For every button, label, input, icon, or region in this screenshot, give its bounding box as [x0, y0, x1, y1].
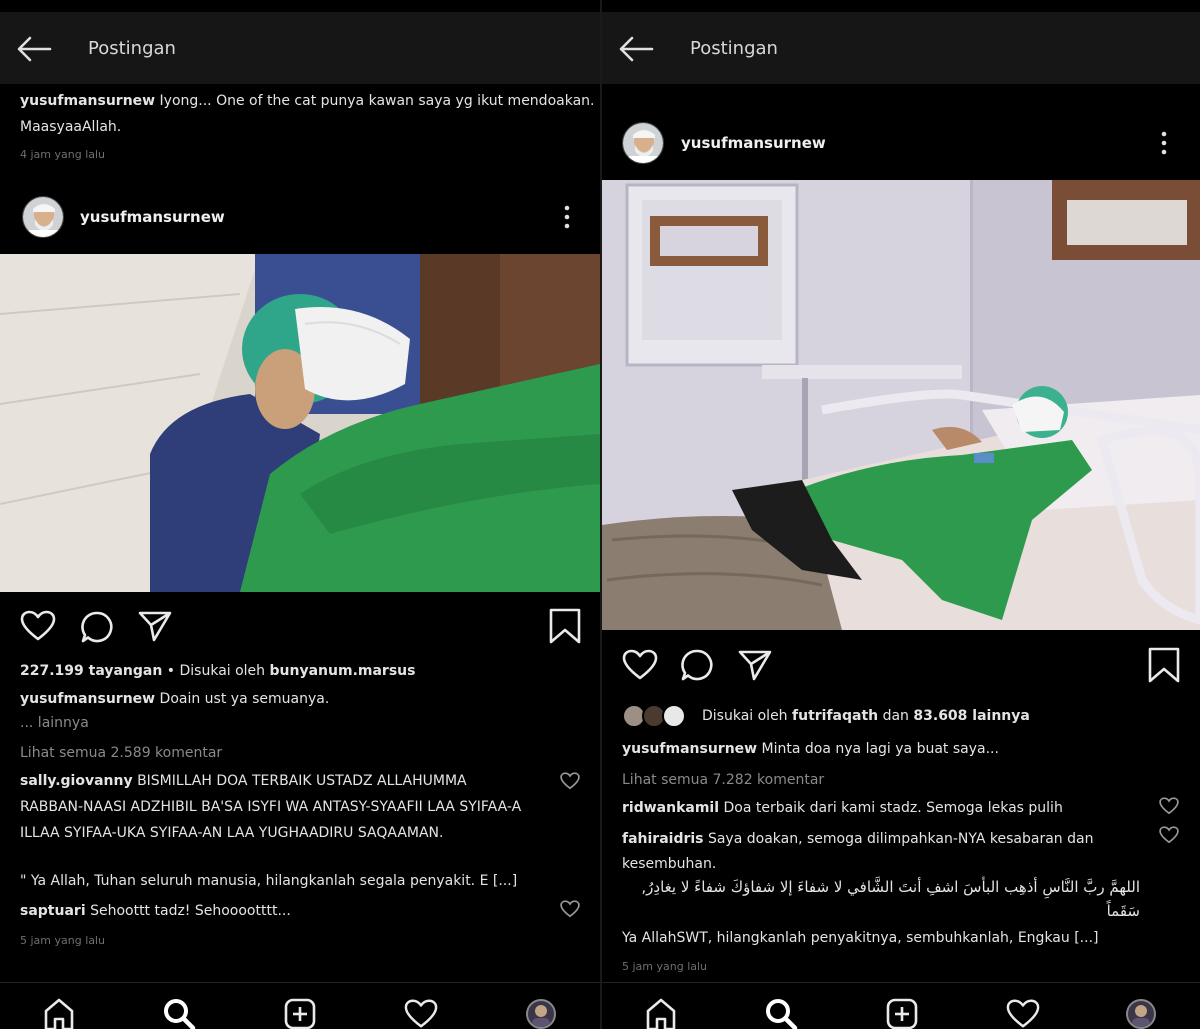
- caption-username[interactable]: yusufmansurnew: [20, 93, 155, 109]
- add-post-icon[interactable]: [885, 997, 919, 1029]
- more-vertical-icon[interactable]: [1159, 130, 1169, 156]
- search-icon[interactable]: [764, 997, 798, 1029]
- right-screenshot: Postingan yusufmansurnew Disukai oleh fu…: [602, 0, 1200, 1029]
- avatar[interactable]: [22, 196, 64, 238]
- status-bar: [602, 0, 1200, 12]
- add-post-icon[interactable]: [283, 997, 317, 1029]
- comment-like-heart-icon[interactable]: [1159, 826, 1179, 844]
- profile-avatar[interactable]: [526, 999, 556, 1029]
- post-username[interactable]: yusufmansurnew: [80, 208, 225, 226]
- patient-on-stretcher-image: [0, 254, 600, 592]
- comment-username[interactable]: fahiraidris: [622, 831, 704, 847]
- views-count: 227.199 tayangan: [20, 663, 163, 679]
- liked-by-user[interactable]: futrifaqath: [792, 708, 878, 724]
- back-arrow-icon[interactable]: [616, 34, 656, 64]
- more-vertical-icon[interactable]: [562, 204, 572, 230]
- prev-caption-timestamp: 4 jam yang lalu: [20, 148, 106, 161]
- comment-line: " Ya Allah, Tuhan seluruh manusia, hilan…: [20, 873, 518, 889]
- more-link[interactable]: ... lainnya: [20, 714, 89, 732]
- comment-line: Ya AllahSWT, hilangkanlah penyakitnya, s…: [622, 930, 1099, 946]
- comment-like-heart-icon[interactable]: [1159, 797, 1179, 815]
- comment-line: saptuari Sehoottt tadz! Sehooootttt...: [20, 903, 291, 919]
- liked-by-text: Disukai oleh futrifaqath dan 83.608 lain…: [702, 708, 1030, 724]
- avatar[interactable]: [622, 122, 664, 164]
- liked-by-avatars[interactable]: [622, 704, 692, 728]
- page-title: Postingan: [88, 38, 176, 59]
- liked-by-others[interactable]: 83.608 lainnya: [913, 708, 1029, 724]
- top-app-bar: Postingan: [602, 12, 1200, 84]
- profile-avatar[interactable]: [1126, 999, 1156, 1029]
- heart-icon[interactable]: [622, 649, 658, 681]
- home-icon[interactable]: [42, 997, 76, 1029]
- comment-like-heart-icon[interactable]: [560, 900, 580, 918]
- patient-in-hospital-bed-image: [602, 180, 1200, 630]
- comment-arabic-line: سَقَماً: [1106, 902, 1140, 920]
- view-all-comments-link[interactable]: Lihat semua 2.589 komentar: [20, 744, 222, 762]
- bookmark-icon[interactable]: [548, 608, 582, 644]
- home-icon[interactable]: [644, 997, 678, 1029]
- bookmark-icon[interactable]: [1147, 647, 1181, 683]
- post-caption: yusufmansurnew Doain ust ya semuanya.: [20, 691, 330, 707]
- views-and-likes: 227.199 tayangan • Disukai oleh bunyanum…: [20, 663, 416, 679]
- comment-icon[interactable]: [80, 610, 114, 644]
- comment-username[interactable]: saptuari: [20, 903, 86, 919]
- search-icon[interactable]: [162, 997, 196, 1029]
- comment-icon[interactable]: [680, 648, 714, 682]
- comment-line: ILLAA SYIFAA-UKA SYIFAA-AN LAA YUGHAADIR…: [20, 825, 444, 841]
- caption-username[interactable]: yusufmansurnew: [20, 691, 155, 707]
- prev-caption-line2: MaasyaaAllah.: [20, 119, 122, 135]
- heart-icon[interactable]: [404, 997, 438, 1029]
- comment-line: RABBAN-NAASI ADZHIBIL BA'SA ISYFI WA ANT…: [20, 799, 522, 815]
- comment-like-heart-icon[interactable]: [560, 772, 580, 790]
- caption-username[interactable]: yusufmansurnew: [622, 741, 757, 757]
- page-title: Postingan: [690, 38, 778, 59]
- comment-line: kesembuhan.: [622, 856, 717, 872]
- send-icon[interactable]: [138, 610, 172, 642]
- post-video[interactable]: [0, 254, 600, 592]
- comment-line: fahiraidris Saya doakan, semoga dilimpah…: [622, 831, 1094, 847]
- heart-icon[interactable]: [1006, 997, 1040, 1029]
- bottom-navigation: [602, 982, 1200, 1029]
- post-photo[interactable]: [602, 180, 1200, 630]
- comment-arabic-line: اللهمَّ ربَّ النَّاسِ أذهِب البأسَ اشفِ …: [641, 878, 1140, 896]
- post-username[interactable]: yusufmansurnew: [681, 134, 826, 152]
- view-all-comments-link[interactable]: Lihat semua 7.282 komentar: [622, 771, 824, 789]
- post-caption: yusufmansurnew Minta doa nya lagi ya bua…: [622, 741, 999, 757]
- liked-by-user[interactable]: bunyanum.marsus: [270, 663, 416, 679]
- post-timestamp: 5 jam yang lalu: [20, 934, 106, 947]
- left-screenshot: Postingan yusufmansurnew Iyong... One of…: [0, 0, 600, 1029]
- bottom-navigation: [0, 982, 600, 1029]
- post-timestamp: 5 jam yang lalu: [622, 960, 708, 973]
- comment-line: sally.giovanny BISMILLAH DOA TERBAIK UST…: [20, 773, 467, 789]
- prev-caption-line1: yusufmansurnew Iyong... One of the cat p…: [20, 93, 595, 109]
- status-bar: [0, 0, 600, 12]
- comment-line: ridwankamil Doa terbaik dari kami stadz.…: [622, 800, 1063, 816]
- comment-username[interactable]: ridwankamil: [622, 800, 719, 816]
- comment-username[interactable]: sally.giovanny: [20, 773, 133, 789]
- back-arrow-icon[interactable]: [14, 34, 54, 64]
- send-icon[interactable]: [738, 649, 772, 681]
- top-app-bar: Postingan: [0, 12, 600, 84]
- heart-icon[interactable]: [20, 610, 56, 642]
